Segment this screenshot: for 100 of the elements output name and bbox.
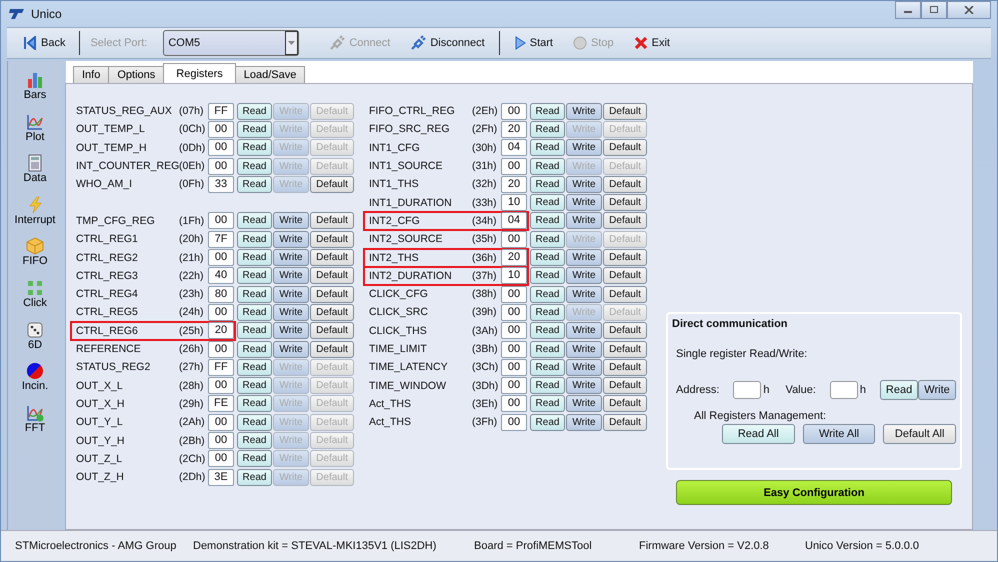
sidebar-item[interactable]: Interrupt — [14, 196, 56, 238]
write-button[interactable]: Write — [273, 212, 309, 230]
read-button[interactable]: Read — [237, 468, 272, 486]
tab[interactable]: Options — [108, 66, 164, 83]
default-button[interactable]: Default — [310, 267, 354, 284]
write-button[interactable]: Write — [273, 267, 309, 284]
minimize-button[interactable] — [895, 1, 921, 19]
write-button[interactable]: Write — [273, 286, 309, 303]
tab[interactable]: Load/Save — [234, 66, 306, 83]
value-field[interactable]: 00 — [501, 102, 527, 120]
value-field[interactable]: 00 — [501, 358, 527, 376]
value-field[interactable]: 00 — [501, 304, 527, 321]
read-button[interactable]: Read — [237, 102, 272, 120]
read-button[interactable]: Read — [530, 176, 565, 193]
value-field[interactable]: 20 — [501, 120, 527, 138]
value-field[interactable]: 00 — [501, 286, 527, 303]
read-button[interactable]: Read — [237, 432, 272, 449]
read-button[interactable]: Read — [530, 230, 565, 248]
default-button[interactable]: Default — [603, 249, 647, 266]
read-button[interactable]: Read — [530, 212, 565, 230]
back-button[interactable]: Back — [15, 34, 74, 52]
value-field[interactable]: 00 — [501, 395, 527, 412]
write-button[interactable]: Write — [566, 194, 602, 212]
default-button[interactable]: Default — [603, 340, 647, 358]
default-button[interactable]: Default — [603, 377, 647, 394]
sidebar-item[interactable]: FIFO — [22, 237, 48, 279]
read-button[interactable]: Read — [530, 377, 565, 394]
value-field[interactable]: 00 — [208, 212, 234, 230]
read-button[interactable]: Read — [237, 230, 272, 248]
easy-configuration-button[interactable]: Easy Configuration — [676, 480, 952, 505]
value-field[interactable]: 33 — [208, 176, 234, 193]
default-all-button[interactable]: Default All — [883, 424, 956, 444]
value-field[interactable]: 00 — [208, 158, 234, 175]
read-button[interactable]: Read — [237, 414, 272, 431]
default-button[interactable]: Default — [310, 322, 354, 340]
write-button[interactable]: Write — [566, 414, 602, 431]
default-button[interactable]: Default — [603, 358, 647, 376]
read-button[interactable]: Read — [530, 249, 565, 266]
read-button[interactable]: Read — [237, 304, 272, 321]
read-all-button[interactable]: Read All — [722, 424, 795, 444]
write-button[interactable]: Write — [566, 322, 602, 340]
default-button[interactable]: Default — [310, 286, 354, 303]
write-button[interactable]: Write — [566, 267, 602, 284]
read-button[interactable]: Read — [237, 322, 272, 340]
sidebar-item[interactable]: FFT — [24, 404, 46, 446]
read-button[interactable]: Read — [237, 358, 272, 376]
write-button[interactable]: Write — [566, 102, 602, 120]
value-field[interactable]: 00 — [208, 377, 234, 394]
port-dropdown[interactable]: COM5 — [163, 30, 300, 56]
value-field[interactable]: 20 — [208, 322, 234, 340]
default-button[interactable]: Default — [310, 249, 354, 266]
default-button[interactable]: Default — [603, 322, 647, 340]
value-field[interactable]: FF — [208, 102, 234, 120]
write-button[interactable]: Write — [566, 377, 602, 394]
value-field[interactable]: 00 — [501, 322, 527, 340]
read-button[interactable]: Read — [530, 340, 565, 358]
value-field[interactable]: 00 — [501, 340, 527, 358]
default-button[interactable]: Default — [603, 102, 647, 120]
read-button[interactable]: Read — [530, 358, 565, 376]
write-button[interactable]: Write — [566, 139, 602, 156]
default-button[interactable]: Default — [603, 139, 647, 156]
read-button[interactable]: Read — [237, 395, 272, 412]
sidebar-item[interactable]: Plot — [26, 112, 44, 154]
address-field[interactable] — [733, 381, 762, 399]
value-field[interactable]: 3E — [208, 468, 234, 486]
value-field[interactable]: 20 — [501, 176, 527, 193]
value-field[interactable]: 00 — [208, 340, 234, 358]
value-input-field[interactable] — [830, 381, 858, 399]
value-field[interactable]: FF — [208, 358, 234, 376]
value-field[interactable]: 40 — [208, 267, 234, 284]
sidebar-item[interactable]: Bars — [24, 71, 46, 113]
sidebar-item[interactable]: Incin. — [22, 362, 48, 404]
write-button[interactable]: Write — [273, 340, 309, 358]
write-all-button[interactable]: Write All — [802, 424, 876, 444]
read-button[interactable]: Read — [237, 249, 272, 266]
value-field[interactable]: 7F — [208, 230, 234, 248]
write-button[interactable]: Write — [273, 249, 309, 266]
value-field[interactable]: 04 — [501, 139, 527, 156]
read-button[interactable]: Read — [237, 139, 272, 156]
value-field[interactable]: 00 — [208, 249, 234, 266]
read-button[interactable]: Read — [237, 450, 272, 468]
value-field[interactable]: 00 — [501, 414, 527, 431]
value-field[interactable]: 04 — [501, 212, 527, 230]
default-button[interactable]: Default — [603, 176, 647, 193]
sidebar-item[interactable]: 6D — [26, 320, 44, 362]
write-button[interactable]: Write — [273, 322, 309, 340]
close-button[interactable] — [947, 1, 991, 19]
read-button[interactable]: Read — [530, 120, 565, 138]
default-button[interactable]: Default — [603, 286, 647, 303]
read-button[interactable]: Read — [237, 212, 272, 230]
read-button[interactable]: Read — [530, 158, 565, 175]
default-button[interactable]: Default — [603, 414, 647, 431]
disconnect-button[interactable]: Disconnect — [402, 33, 493, 53]
default-button[interactable]: Default — [310, 212, 354, 230]
default-button[interactable]: Default — [310, 340, 354, 358]
write-button[interactable]: Write — [566, 212, 602, 230]
default-button[interactable]: Default — [310, 230, 354, 248]
write-button[interactable]: Write — [566, 340, 602, 358]
value-field[interactable]: 00 — [208, 414, 234, 431]
value-field[interactable]: FE — [208, 395, 234, 412]
